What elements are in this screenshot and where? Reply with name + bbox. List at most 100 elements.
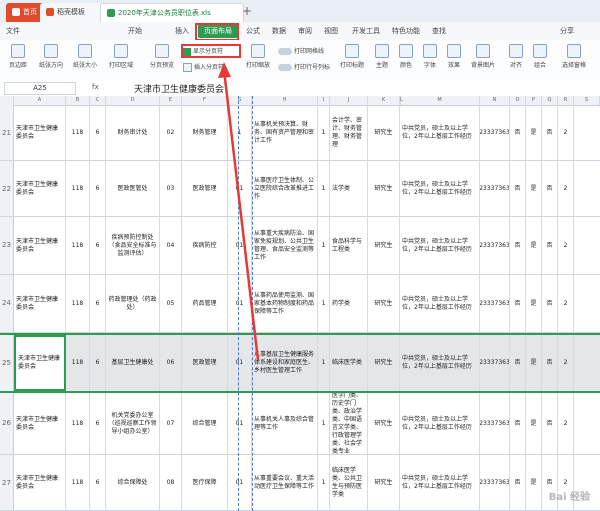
cell-department[interactable]: 基层卫生健康处 <box>106 335 160 391</box>
insert-page-break-button[interactable]: 插入分页符 <box>183 62 224 72</box>
cell-count[interactable]: 1 <box>318 217 330 274</box>
column-header-s[interactable]: S <box>574 96 600 105</box>
cell-count[interactable]: 1 <box>318 393 330 454</box>
cell-phone[interactable]: 23337363 <box>480 455 510 510</box>
cell-education[interactable]: 研究生 <box>368 161 400 216</box>
cell-unit[interactable]: 天津市卫生健康委员会 <box>14 161 66 216</box>
column-header-g[interactable]: G <box>228 96 252 105</box>
cell-category[interactable]: 01 <box>228 455 252 510</box>
print-titles-button[interactable]: 打印标题 <box>336 44 368 69</box>
paper-size-button[interactable]: 纸张大小 <box>70 44 100 69</box>
cell-post-name[interactable]: 医政管理 <box>182 161 228 216</box>
background-image-button[interactable]: 背景图片 <box>468 44 498 69</box>
share-button[interactable]: 分享 <box>560 24 574 38</box>
menu-developer[interactable]: 开发工具 <box>352 24 380 38</box>
cell-flag-o[interactable]: 否 <box>510 335 526 391</box>
cell-flag-o[interactable]: 否 <box>510 393 526 454</box>
cell-major[interactable]: 医学门类、历史学门类、政治学类、中国语言文学类、行政管理学类、社会学类专业 <box>330 393 368 454</box>
cell-phone[interactable]: 23337363 <box>480 217 510 274</box>
cell-description[interactable]: 从事机关预决算、财务、国有资产管理和审计工作 <box>252 105 318 160</box>
cell-post-name[interactable]: 医政管理 <box>182 335 228 391</box>
cell-flag-p[interactable]: 是 <box>526 393 542 454</box>
colors-button[interactable]: 颜色 <box>396 44 416 69</box>
group-button[interactable]: 组合 <box>530 44 550 69</box>
cell-code[interactable]: 118 <box>66 393 90 454</box>
cell-post-name[interactable]: 药品管理 <box>182 275 228 332</box>
column-header-b[interactable]: B <box>66 96 90 105</box>
theme-button[interactable]: 主题 <box>372 44 392 69</box>
cell-category[interactable]: 1 <box>228 105 252 160</box>
cell-description[interactable]: 从事基层卫生健康服务体系建设和家庭医生、乡村医生管理工作 <box>252 335 318 391</box>
cell-post-code[interactable]: 04 <box>160 217 182 274</box>
cell-requirements[interactable]: 中共党员，硕士及以上学位，2年以上基层工作经历 <box>400 217 480 274</box>
cell-requirements[interactable]: 中共党员，硕士及以上学位，2年以上基层工作经历 <box>400 161 480 216</box>
menu-file[interactable]: 文件 <box>6 24 20 38</box>
cell-flag-p[interactable]: 是 <box>526 217 542 274</box>
menu-home[interactable]: 开始 <box>128 24 142 38</box>
table-row[interactable]: 22 天津市卫生健康委员会 118 6 医政医管处 03 医政管理 01 从事医… <box>0 161 600 217</box>
margins-button[interactable]: 页边距 <box>4 44 32 69</box>
table-row[interactable]: 21 天津市卫生健康委员会 118 6 财务审计处 02 财务管理 1 从事机关… <box>0 105 600 161</box>
column-header-r[interactable]: R <box>558 96 574 105</box>
menu-search[interactable]: 查找 <box>432 24 446 38</box>
column-header-m[interactable]: M <box>400 96 480 105</box>
cell-code[interactable]: 118 <box>66 335 90 391</box>
cell-count[interactable]: 1 <box>318 455 330 510</box>
column-header-c[interactable]: C <box>90 96 106 105</box>
cell-flag-r[interactable]: 2 <box>558 161 574 216</box>
cell-level[interactable]: 6 <box>90 161 106 216</box>
row-number[interactable]: 24 <box>0 275 14 332</box>
fx-icon[interactable]: fx <box>92 83 99 91</box>
column-header-q[interactable]: Q <box>542 96 558 105</box>
cell-requirements[interactable]: 中共党员，硕士及以上学位，2年以上基层工作经历 <box>400 455 480 510</box>
cell-post-code[interactable]: 06 <box>160 335 182 391</box>
print-area-button[interactable]: 打印区域 <box>104 44 138 69</box>
cell-flag-r[interactable]: 2 <box>558 105 574 160</box>
row-number[interactable]: 26 <box>0 393 14 454</box>
cell-major[interactable]: 药学类 <box>330 275 368 332</box>
cell-flag-p[interactable]: 是 <box>526 105 542 160</box>
cell-major[interactable]: 临床医学类、公共卫生与预防医学类 <box>330 455 368 510</box>
table-row[interactable]: 23 天津市卫生健康委员会 118 6 疾病预防控制处（食品安全标准与监测评估）… <box>0 217 600 275</box>
cell-unit[interactable]: 天津市卫生健康委员会 <box>14 217 66 274</box>
print-row-col-toggle[interactable]: 打印行号列标 <box>278 62 330 71</box>
cell-level[interactable]: 6 <box>90 217 106 274</box>
cell-flag-p[interactable]: 是 <box>526 275 542 332</box>
cell-level[interactable]: 6 <box>90 105 106 160</box>
cell-education[interactable]: 研究生 <box>368 455 400 510</box>
cell-flag-q[interactable]: 否 <box>542 105 558 160</box>
menu-review[interactable]: 审阅 <box>298 24 312 38</box>
cell-count[interactable]: 1 <box>318 275 330 332</box>
cell-description[interactable]: 从事药品使用监测、国家基本药物制度和药品保障等工作 <box>252 275 318 332</box>
tab-workbook[interactable]: 2020年天津公务员职位表.xls <box>100 3 244 23</box>
fonts-button[interactable]: 字体 <box>420 44 440 69</box>
cell-count[interactable]: 1 <box>318 161 330 216</box>
cell-post-code[interactable]: 02 <box>160 105 182 160</box>
cell-post-code[interactable]: 03 <box>160 161 182 216</box>
cell-major[interactable]: 临床医学类 <box>330 335 368 391</box>
cell-phone[interactable]: 23337363 <box>480 105 510 160</box>
cell-count[interactable]: 1 <box>318 335 330 391</box>
row-number[interactable]: 21 <box>0 105 14 160</box>
cell-education[interactable]: 研究生 <box>368 393 400 454</box>
cell-flag-q[interactable]: 否 <box>542 275 558 332</box>
cell-major[interactable]: 会计学、审计、财务管理、财务管理 <box>330 105 368 160</box>
select-all-corner[interactable] <box>0 96 14 105</box>
cell-category[interactable]: 01 <box>228 161 252 216</box>
cell-requirements[interactable]: 中共党员，硕士及以上学位，2年以上基层工作经历 <box>400 275 480 332</box>
menu-data[interactable]: 数据 <box>272 24 286 38</box>
cell-flag-o[interactable]: 否 <box>510 105 526 160</box>
cell-code[interactable]: 118 <box>66 217 90 274</box>
cell-department[interactable]: 财务审计处 <box>106 105 160 160</box>
page-break-preview-button[interactable]: 分页预览 <box>146 44 178 69</box>
row-number[interactable]: 22 <box>0 161 14 216</box>
cell-flag-o[interactable]: 否 <box>510 275 526 332</box>
print-gridlines-toggle[interactable]: 打印网格线 <box>278 46 324 55</box>
cell-level[interactable]: 6 <box>90 335 106 391</box>
cell-unit[interactable]: 天津市卫生健康委员会 <box>14 393 66 454</box>
cell-level[interactable]: 6 <box>90 455 106 510</box>
cell-description[interactable]: 从事机关人事及综合管理等工作 <box>252 393 318 454</box>
table-row[interactable]: 26 天津市卫生健康委员会 118 6 机关党委办公室（巡视巡察工作领导小组办公… <box>0 393 600 455</box>
cell-flag-r[interactable]: 2 <box>558 393 574 454</box>
row-number[interactable]: 27 <box>0 455 14 510</box>
